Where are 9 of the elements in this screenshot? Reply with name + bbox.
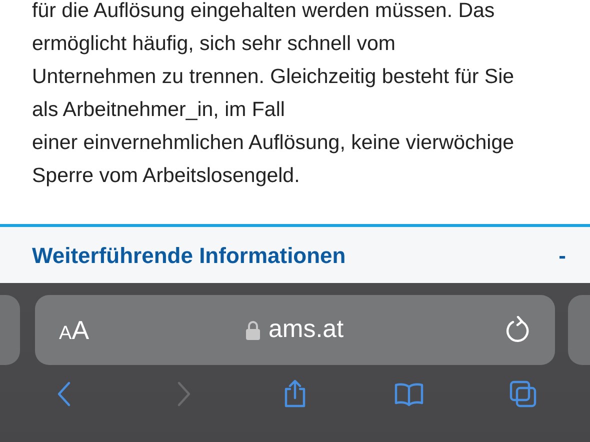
tabs-icon[interactable] [508, 379, 538, 409]
accordion-header[interactable]: Weiterführende Informationen - [0, 224, 590, 283]
url-text: ams.at [268, 314, 344, 346]
accordion-title: Weiterführende Informationen [32, 242, 346, 270]
text-size-button[interactable]: AA [59, 317, 90, 343]
reload-icon[interactable] [505, 316, 531, 344]
address-bar[interactable]: AA ams.at [35, 295, 555, 365]
article-paragraph: für die Auflösung eingehalten werden müssen. Das ermöglicht häufig, sich sehr schnell vom Unternehmen zu trennen. Gleichzeitig besteht für Sie als Arbeitnehmer_in, im Fall einer einvernehmlichen Auflösung, keine vierwöchige Sperre vom Arbeitslosengeld. [32, 0, 514, 189]
collapse-toggle[interactable]: - [558, 238, 566, 272]
